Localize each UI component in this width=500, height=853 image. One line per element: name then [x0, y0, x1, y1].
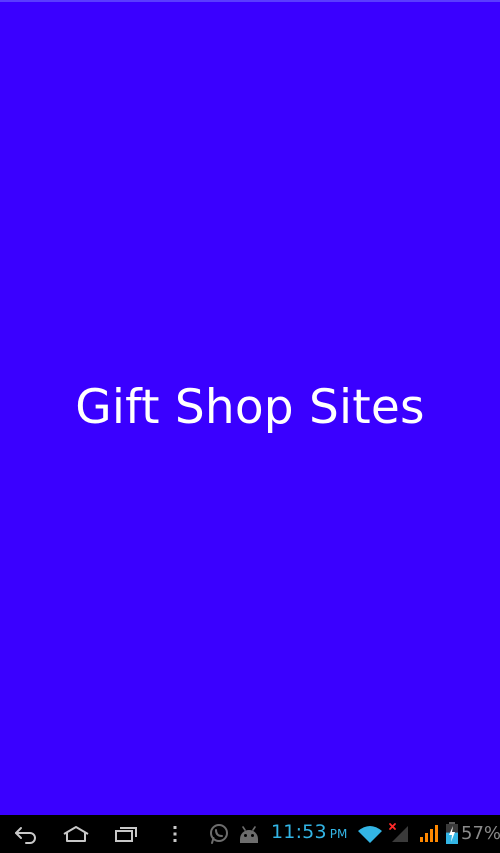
status-clock: 11:53 PM — [271, 821, 347, 847]
recent-apps-button[interactable] — [111, 822, 141, 846]
signal-icon — [420, 825, 438, 842]
battery-percent: 57% — [461, 823, 500, 844]
sim1-signal-status — [388, 822, 410, 844]
splash-title: Gift Shop Sites — [75, 379, 425, 435]
back-button[interactable] — [11, 822, 41, 846]
whatsapp-notification[interactable] — [208, 823, 230, 845]
overflow-menu-button[interactable] — [160, 822, 190, 846]
android-icon — [240, 826, 258, 843]
android-notification[interactable] — [236, 823, 262, 845]
home-icon — [63, 826, 89, 842]
overflow-menu-icon — [173, 826, 177, 842]
wifi-status — [357, 824, 383, 844]
battery-charging-icon — [446, 822, 458, 844]
recent-apps-icon — [115, 827, 137, 842]
system-navigation-bar: 11:53 PM 57% — [0, 815, 500, 853]
clock-time: 11:53 — [271, 821, 327, 843]
app-screen: Gift Shop Sites 11:53 PM 57% — [0, 0, 500, 853]
sim2-signal-status — [418, 822, 440, 844]
battery-status — [445, 821, 459, 845]
clock-ampm: PM — [329, 827, 348, 841]
home-button[interactable] — [60, 822, 92, 846]
wifi-icon — [358, 826, 382, 843]
splash-screen: Gift Shop Sites — [0, 0, 500, 815]
top-edge-line — [0, 0, 500, 2]
back-icon — [15, 827, 36, 844]
whatsapp-icon — [210, 824, 228, 844]
no-signal-icon — [389, 823, 408, 842]
